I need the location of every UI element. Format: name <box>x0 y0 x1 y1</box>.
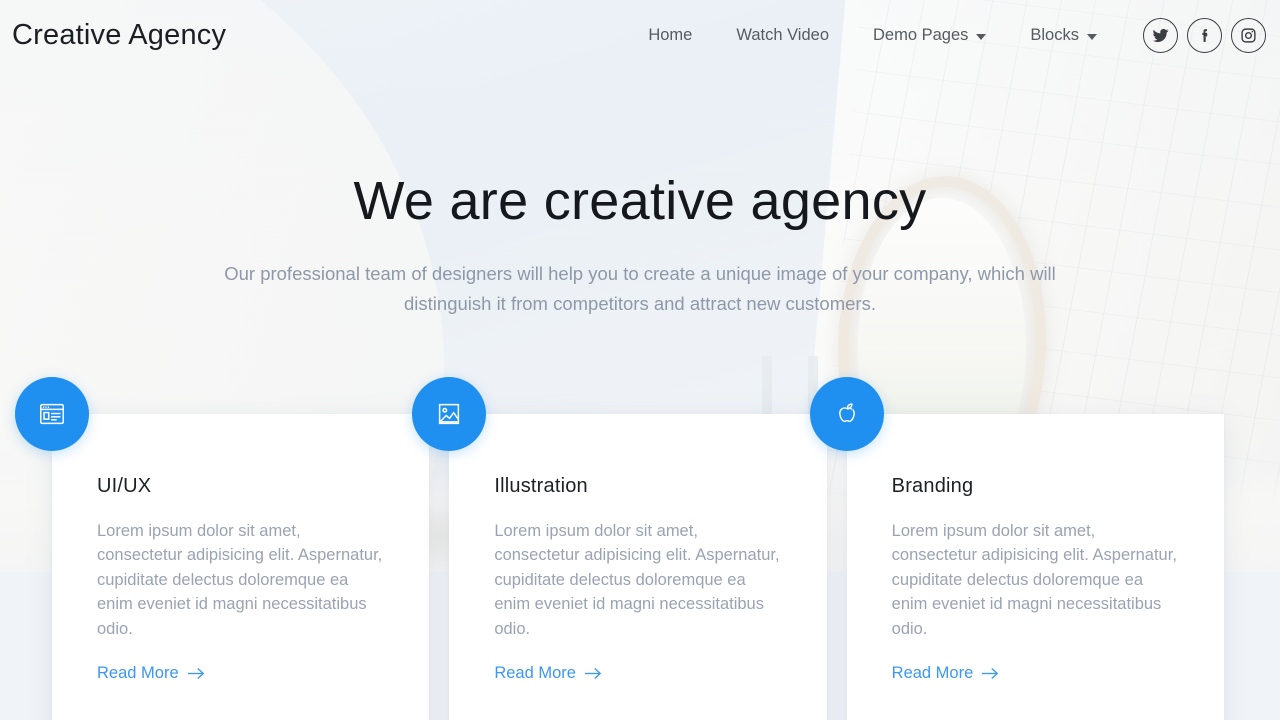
nav-item-watch-video-label: Watch Video <box>736 25 829 44</box>
read-more-link[interactable]: Read More <box>97 664 205 683</box>
feature-card-illustration: Illustration Lorem ipsum dolor sit amet,… <box>412 377 827 720</box>
nav-item-home[interactable]: Home <box>626 26 714 45</box>
read-more-label: Read More <box>494 664 576 683</box>
read-more-link[interactable]: Read More <box>892 664 1000 683</box>
arrow-right-icon <box>982 668 999 679</box>
brand-logo[interactable]: Creative Agency <box>12 19 226 52</box>
chevron-down-icon <box>1087 33 1097 40</box>
card-title: Branding <box>891 475 974 497</box>
nav-item-home-label: Home <box>648 25 693 44</box>
page-title: We are creative agency <box>353 171 927 231</box>
card-title: Illustration <box>494 475 588 497</box>
nav-item-blocks-label: Blocks <box>1030 25 1079 44</box>
nav-links: Home Watch Video Demo Pages Blocks <box>626 17 1280 53</box>
page-root: Creative Agency Home Watch Video Demo Pa… <box>0 0 1280 720</box>
twitter-icon[interactable] <box>1143 17 1178 53</box>
feature-card-branding: Branding Lorem ipsum dolor sit amet, con… <box>809 377 1224 720</box>
browser-window-icon[interactable] <box>15 377 89 451</box>
image-picture-icon[interactable] <box>412 377 487 451</box>
read-more-label: Read More <box>97 664 179 683</box>
card-body: Branding Lorem ipsum dolor sit amet, con… <box>847 414 1224 683</box>
chevron-down-icon <box>976 33 987 40</box>
card-description: Lorem ipsum dolor sit amet, consectetur … <box>891 522 1177 638</box>
nav-item-demo-pages[interactable]: Demo Pages <box>851 26 1008 45</box>
navbar: Creative Agency Home Watch Video Demo Pa… <box>0 0 1280 70</box>
arrow-right-icon <box>584 668 602 679</box>
nav-item-watch-video[interactable]: Watch Video <box>714 26 851 45</box>
instagram-icon[interactable] <box>1231 17 1266 53</box>
nav-item-blocks[interactable]: Blocks <box>1008 26 1119 45</box>
read-more-label: Read More <box>891 664 974 683</box>
card-body: Illustration Lorem ipsum dolor sit amet,… <box>449 414 826 683</box>
nav-item-demo-pages-label: Demo Pages <box>873 25 969 44</box>
card-description: Lorem ipsum dolor sit amet, consectetur … <box>494 522 780 638</box>
feature-card-uiux: UI/UX Lorem ipsum dolor sit amet, consec… <box>15 377 430 720</box>
card-title: UI/UX <box>97 475 152 497</box>
arrow-right-icon <box>187 668 204 679</box>
read-more-link[interactable]: Read More <box>494 664 602 683</box>
feature-cards: UI/UX Lorem ipsum dolor sit amet, consec… <box>15 377 1224 720</box>
card-body: UI/UX Lorem ipsum dolor sit amet, consec… <box>52 414 429 683</box>
facebook-icon[interactable] <box>1187 17 1222 53</box>
card-description: Lorem ipsum dolor sit amet, consectetur … <box>97 522 383 638</box>
hero-subtitle: Our professional team of designers will … <box>224 263 1056 315</box>
social-links <box>1143 17 1266 53</box>
apple-logo-icon[interactable] <box>809 377 884 451</box>
